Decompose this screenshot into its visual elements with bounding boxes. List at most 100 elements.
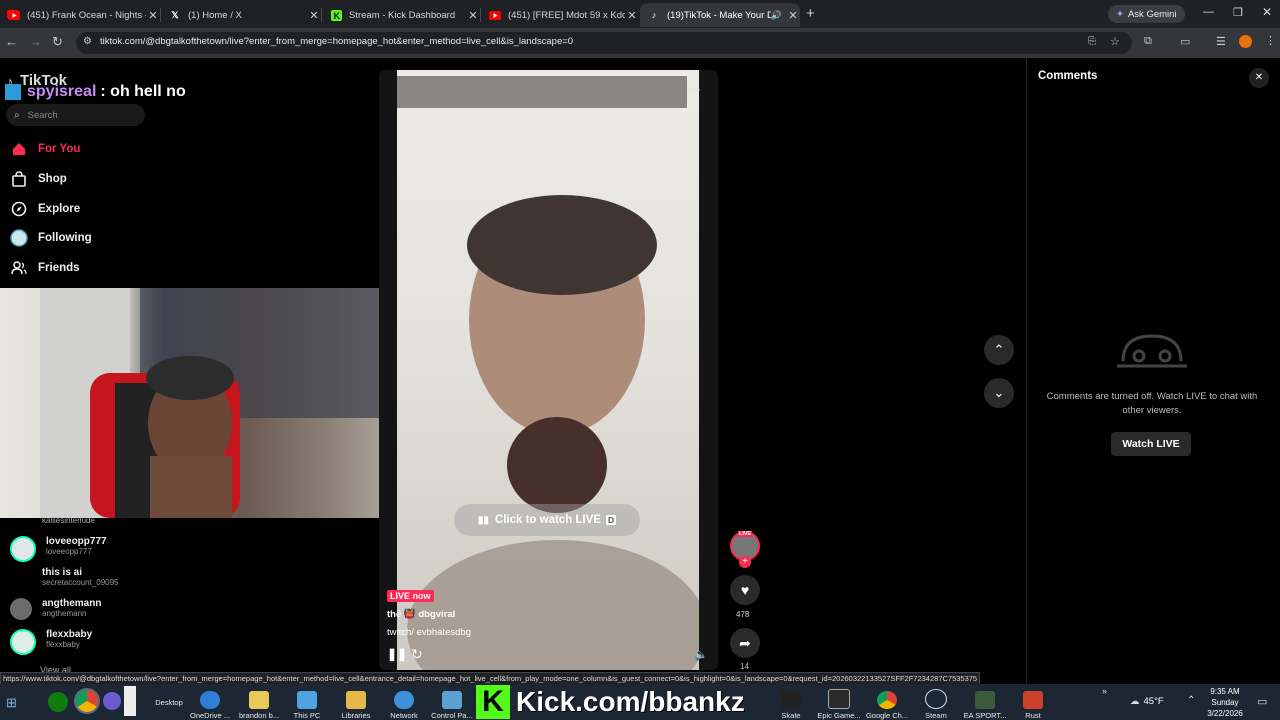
- nav-following[interactable]: Following: [10, 229, 92, 247]
- clock-date: 3/22/2026: [1207, 709, 1243, 718]
- creator-name[interactable]: thē 👹 dbgviral: [387, 609, 455, 620]
- taskbar-this-pc[interactable]: This PC: [288, 684, 326, 720]
- start-button[interactable]: ⊞: [6, 695, 17, 711]
- nav-label: Explore: [38, 203, 81, 215]
- taskbar-label: Network: [390, 711, 418, 720]
- like-button[interactable]: ♥: [730, 575, 760, 605]
- tab-x-home[interactable]: 𝕏 (1) Home / X ✕: [161, 3, 321, 27]
- watch-live-button[interactable]: Watch LIVE: [1111, 432, 1191, 456]
- install-app-icon[interactable]: ⎘: [1088, 36, 1096, 47]
- media-controls-icon[interactable]: ☰: [1216, 35, 1226, 48]
- avatar: [10, 567, 32, 589]
- site-info-icon[interactable]: ⚙: [83, 36, 92, 47]
- following-icon: [10, 229, 28, 247]
- more-options-icon[interactable]: ···: [689, 82, 701, 96]
- live-now-badge: LIVE now: [387, 590, 434, 602]
- taskbar-epic-games[interactable]: Epic Game...: [814, 684, 864, 720]
- next-video-button[interactable]: ⌄: [984, 378, 1014, 408]
- search-input[interactable]: ⌕ Search: [6, 104, 145, 126]
- url-text[interactable]: tiktok.com/@dbgtalkofthetown/live?enter_…: [100, 36, 573, 47]
- close-comments-button[interactable]: ✕: [1249, 68, 1269, 88]
- bookmark-star-icon[interactable]: ☆: [1110, 35, 1120, 48]
- close-icon[interactable]: ✕: [625, 9, 639, 22]
- close-icon[interactable]: ✕: [786, 9, 800, 22]
- kick-icon: [5, 84, 21, 100]
- close-icon[interactable]: ✕: [307, 9, 321, 22]
- scrollbar-widget[interactable]: [124, 686, 136, 716]
- reload-button[interactable]: ↻: [52, 34, 63, 50]
- taskbar-control-panel[interactable]: Control Pa...: [428, 684, 476, 720]
- close-icon[interactable]: ✕: [146, 9, 160, 22]
- previous-video-button[interactable]: ⌃: [984, 335, 1014, 365]
- shortcut-key: D: [605, 515, 617, 525]
- follow-plus-icon[interactable]: +: [739, 556, 751, 568]
- replay-icon[interactable]: ↻: [411, 646, 423, 663]
- click-to-watch-live-button[interactable]: ▮▮ Click to watch LIVE D: [454, 504, 640, 536]
- taskbar-skate[interactable]: Skate: [776, 684, 806, 720]
- nav-explore[interactable]: Explore: [10, 200, 80, 218]
- taskbar-libraries[interactable]: Libraries: [336, 684, 376, 720]
- back-button[interactable]: ←: [5, 34, 18, 49]
- nav-label: Shop: [38, 173, 67, 185]
- nav-label: For You: [38, 143, 81, 155]
- taskbar-network[interactable]: Network: [384, 684, 424, 720]
- taskbar-rust[interactable]: Rust: [1018, 684, 1048, 720]
- taskbar-brandon[interactable]: brandon b...: [236, 684, 282, 720]
- taskbar-label: Rust: [1025, 711, 1041, 720]
- nav-for-you[interactable]: For You: [10, 140, 80, 158]
- account-row[interactable]: flexxbaby flexxbaby: [10, 629, 92, 655]
- pause-icon[interactable]: ❚❚: [387, 647, 407, 661]
- forward-button[interactable]: →: [29, 34, 42, 49]
- xbox-icon[interactable]: [48, 692, 68, 712]
- close-window-button[interactable]: ✕: [1262, 5, 1272, 19]
- taskbar-google-chrome[interactable]: Google Ch...: [862, 684, 912, 720]
- tab-kick-dashboard[interactable]: K Stream - Kick Dashboard ✕: [322, 3, 480, 27]
- split-view-icon[interactable]: ▭: [1180, 35, 1190, 48]
- clock-day: Sunday: [1211, 698, 1239, 707]
- close-icon[interactable]: ✕: [466, 9, 480, 22]
- taskbar-desktop[interactable]: Desktop: [150, 684, 188, 720]
- nav-friends[interactable]: Friends: [10, 259, 80, 277]
- minimize-button[interactable]: —: [1203, 6, 1214, 18]
- skate-icon: [781, 691, 801, 709]
- comments-title: Comments: [1038, 70, 1098, 82]
- clock[interactable]: 9:35 AM Sunday 3/22/2026: [1200, 686, 1250, 719]
- restore-button[interactable]: ❐: [1233, 6, 1243, 19]
- cloud-icon: ☁: [1130, 696, 1140, 707]
- tab-mdot[interactable]: (451) [FREE] Mdot 59 x Kdotfrm ✕: [481, 3, 639, 27]
- youtube-icon: [8, 9, 20, 21]
- account-name: loveeopp777: [46, 536, 107, 547]
- taskbar-ea-sports[interactable]: EA SPORT...: [960, 684, 1010, 720]
- nav-shop[interactable]: Shop: [10, 170, 67, 188]
- taskbar-label: Google Ch...: [865, 711, 909, 720]
- speaker-icon[interactable]: 🔊: [771, 10, 782, 21]
- notifications-icon[interactable]: ▭: [1257, 695, 1267, 708]
- steam-icon: [925, 689, 947, 709]
- kick-overlay-banner: K Kick.com/bbankz: [476, 684, 745, 720]
- share-button[interactable]: ➦: [730, 628, 760, 658]
- browser-menu-icon[interactable]: ⋮: [1265, 34, 1276, 47]
- control-panel-icon: [442, 691, 462, 709]
- taskbar-onedrive[interactable]: OneDrive ...: [186, 684, 234, 720]
- weather-widget[interactable]: ☁ 45°F: [1130, 696, 1164, 707]
- new-tab-button[interactable]: +: [806, 5, 815, 22]
- account-row[interactable]: loveeopp777 loveeopp777: [10, 536, 107, 562]
- tab-frank-ocean[interactable]: (451) Frank Ocean - Nights - Yo ✕: [0, 3, 160, 27]
- taskbar-overflow-icon[interactable]: »: [1102, 686, 1107, 696]
- tray-chevron-icon[interactable]: ⌃: [1187, 695, 1195, 706]
- profile-avatar[interactable]: [1239, 35, 1252, 48]
- taskbar-steam[interactable]: Steam: [918, 684, 954, 720]
- rust-icon: [1023, 691, 1043, 709]
- video-player[interactable]: ···: [379, 70, 718, 670]
- volume-icon[interactable]: 🔈: [694, 648, 708, 661]
- ask-gemini-button[interactable]: ✦ Ask Gemini: [1108, 5, 1185, 23]
- tiktok-icon: ♪: [651, 10, 657, 20]
- search-icon: ⌕: [14, 109, 20, 121]
- chrome-icon[interactable]: [74, 688, 100, 714]
- partial-account-row[interactable]: kalliesinterlude: [42, 516, 95, 525]
- account-row[interactable]: this is ai secretaccount_09095: [10, 567, 119, 589]
- obs-icon[interactable]: [103, 692, 121, 710]
- account-row[interactable]: angthemann angthemann: [10, 598, 101, 620]
- extensions-icon[interactable]: ⧉: [1144, 35, 1152, 48]
- tab-tiktok[interactable]: ♪ (19)TikTok - Make Your Day 🔊 ✕: [640, 3, 800, 27]
